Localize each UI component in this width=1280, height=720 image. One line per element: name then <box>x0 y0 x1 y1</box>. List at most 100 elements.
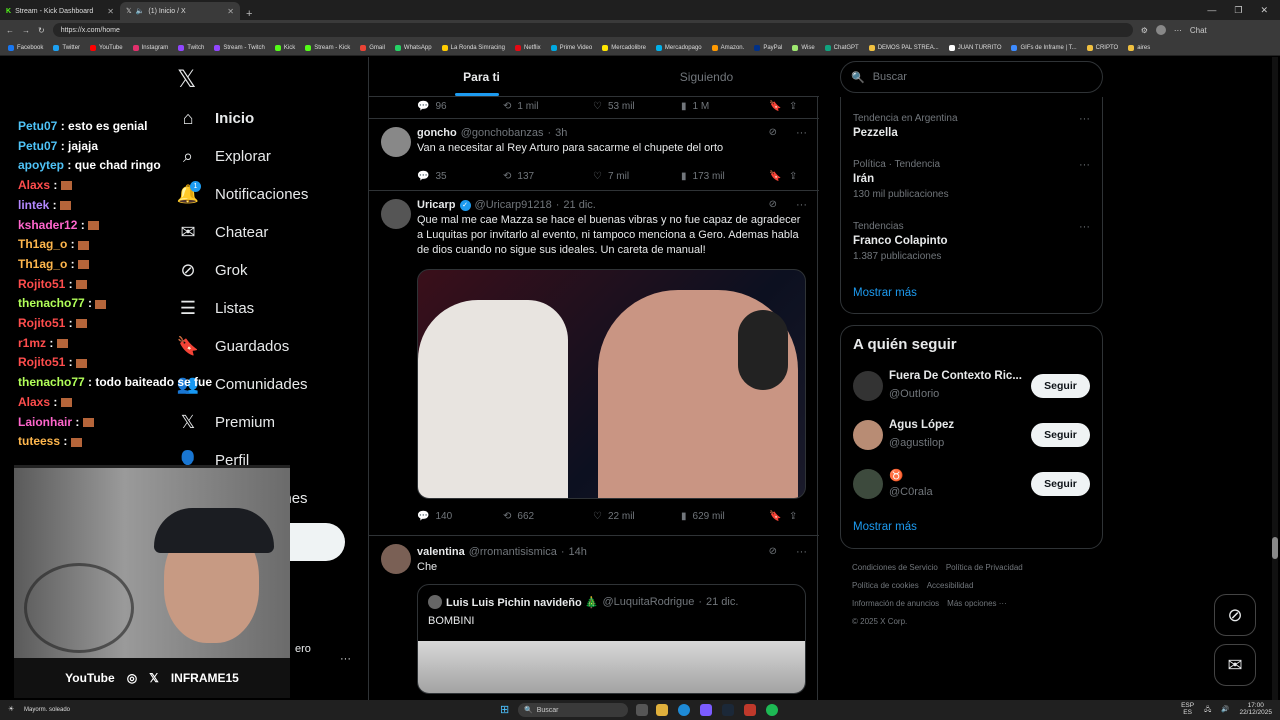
bookmark-item[interactable]: La Ronda Simracing <box>441 44 505 51</box>
messages-fab-button[interactable]: ✉ <box>1214 644 1256 686</box>
windows-start-icon[interactable]: ⊞ <box>500 703 509 716</box>
new-tab-button[interactable]: + <box>240 8 258 20</box>
author-name[interactable]: valentina <box>417 546 465 558</box>
grok-icon[interactable]: ⊘ <box>769 199 777 210</box>
show-more-suggestions-link[interactable]: Mostrar más <box>853 521 917 533</box>
footer-link[interactable]: Accesibilidad <box>927 581 974 590</box>
more-icon[interactable]: ··· <box>1079 113 1090 125</box>
more-icon[interactable]: ··· <box>796 199 807 211</box>
bookmark-icon[interactable]: 🔖 <box>769 511 789 522</box>
tweet-time[interactable]: 3h <box>555 127 567 139</box>
post-button[interactable] <box>285 523 345 561</box>
trend-item[interactable]: Política · Tendencia Irán 130 mil publicac… <box>853 159 1090 200</box>
tab-kick-dashboard[interactable]: K Stream - Kick Dashboard ✕ <box>0 2 120 20</box>
reply-button[interactable]: 💬 35 <box>417 171 503 182</box>
copilot-chat-button[interactable]: Chat <box>1190 26 1207 35</box>
bookmark-item[interactable]: Mercadolibre <box>602 44 646 51</box>
maximize-icon[interactable]: ❐ <box>1234 5 1242 16</box>
bookmark-icon[interactable]: 🔖 <box>769 171 789 182</box>
clock[interactable]: 17:00 22/12/2025 <box>1239 702 1272 716</box>
tweet-time[interactable]: 21 dic. <box>563 199 595 211</box>
author-handle[interactable]: @Uricarp91218 <box>475 199 552 211</box>
bookmark-item[interactable]: Kick <box>274 44 295 51</box>
views-button[interactable]: ▮ 1 M <box>681 101 769 112</box>
bookmark-item[interactable]: Stream - Kick <box>305 44 350 51</box>
more-icon[interactable]: ··· <box>1079 159 1090 171</box>
footer-link[interactable]: Condiciones de Servicio <box>852 563 938 572</box>
nav-item-explorar[interactable]: ⌕ Explorar <box>177 145 271 167</box>
follow-button[interactable]: Seguir <box>1031 374 1090 398</box>
quoted-tweet[interactable]: Luis Luis Pichin navideño 🎄 @LuquitaRodri… <box>417 584 806 694</box>
grok-fab-button[interactable]: ⊘ <box>1214 594 1256 636</box>
extensions-icon[interactable]: ⚙ <box>1141 26 1148 35</box>
profile-avatar[interactable] <box>1155 25 1166 35</box>
author-handle[interactable]: @gonchobanzas <box>461 127 544 139</box>
search-input[interactable]: 🔍 Buscar <box>840 61 1103 93</box>
nav-item-listas[interactable]: ☰ Listas <box>177 297 254 319</box>
taskbar-search[interactable]: 🔍 Buscar <box>518 703 628 717</box>
quote-media-image[interactable] <box>418 641 805 693</box>
spotify-icon[interactable] <box>766 704 778 716</box>
trend-item[interactable]: Tendencias Franco Colapinto 1.387 publicac… <box>853 221 1090 262</box>
obs-icon[interactable] <box>744 704 756 716</box>
nav-item-chatear[interactable]: ✉ Chatear <box>177 221 268 243</box>
bookmark-item[interactable]: Facebook <box>8 44 43 51</box>
scrollbar-thumb[interactable] <box>1272 537 1278 559</box>
file-explorer-icon[interactable] <box>656 704 668 716</box>
more-icon[interactable]: ··· <box>796 127 807 139</box>
tab-siguiendo[interactable]: Siguiendo <box>594 57 819 96</box>
menu-icon[interactable]: ⋯ <box>1174 26 1182 35</box>
close-icon[interactable]: ✕ <box>107 7 114 16</box>
repost-button[interactable]: ⟲ 662 <box>503 511 593 522</box>
minimize-icon[interactable]: — <box>1207 5 1216 15</box>
bookmark-icon[interactable]: 🔖 <box>769 101 789 112</box>
footer-link[interactable]: Más opciones ··· <box>947 599 1007 608</box>
suggestion-item[interactable]: ♉ @C0rala Seguir <box>853 464 1090 504</box>
weather-icon[interactable]: ☀ <box>8 705 14 713</box>
steam-icon[interactable] <box>722 704 734 716</box>
bookmark-item[interactable]: Gmail <box>360 44 385 51</box>
reload-icon[interactable]: ↻ <box>38 26 45 35</box>
suggestion-item[interactable]: Agus López @agustilop Seguir <box>853 415 1090 455</box>
tweet-media-image[interactable] <box>417 269 806 499</box>
tweet-goncho[interactable]: goncho @gonchobanzas · 3h ⊘ ··· Van a necesi… <box>369 119 819 191</box>
bookmark-item[interactable]: PayPal <box>754 44 782 51</box>
avatar[interactable] <box>853 420 883 450</box>
close-icon[interactable]: ✕ <box>227 7 234 16</box>
bookmark-item[interactable]: Twitch <box>178 44 204 51</box>
reply-button[interactable]: 💬 96 <box>417 101 503 112</box>
bookmark-item[interactable]: Instagram <box>132 44 168 51</box>
show-more-trends-link[interactable]: Mostrar más <box>853 287 1090 299</box>
bookmark-item[interactable]: CRIPTO <box>1086 44 1118 51</box>
avatar[interactable] <box>381 127 411 157</box>
x-logo[interactable]: 𝕏 <box>177 65 196 94</box>
bookmark-item[interactable]: JUAN TURRITO <box>948 44 1001 51</box>
author-name[interactable]: goncho <box>417 127 457 139</box>
bookmark-item[interactable]: ChatGPT <box>824 44 859 51</box>
like-button[interactable]: ♡ 7 mil <box>593 171 681 182</box>
footer-link[interactable]: Información de anuncios <box>852 599 939 608</box>
reply-button[interactable]: 💬 140 <box>417 511 503 522</box>
share-icon[interactable]: ⇪ <box>789 511 797 522</box>
bookmark-item[interactable]: DEMOS PAL STREA... <box>868 44 939 51</box>
bookmark-item[interactable]: GIFs de Inframe | T... <box>1011 44 1077 51</box>
tweet-valentina[interactable]: valentina @rromantisismica · 14h ⊘ ··· Che L… <box>369 536 819 700</box>
bookmark-item[interactable]: Wise <box>792 44 815 51</box>
url-field[interactable]: https://x.com/home <box>52 23 1133 37</box>
repost-button[interactable]: ⟲ 137 <box>503 171 593 182</box>
author-handle[interactable]: @rromantisismica <box>469 546 557 558</box>
account-switcher[interactable]: ero <box>295 643 311 655</box>
network-icon[interactable]: 🖧 <box>1204 706 1211 713</box>
language-indicator[interactable]: ESP ES <box>1181 702 1194 716</box>
tab-para-ti[interactable]: Para ti <box>369 57 594 96</box>
bookmark-item[interactable]: YouTube <box>90 44 123 51</box>
nav-item-guardados[interactable]: 🔖 Guardados <box>177 335 289 357</box>
tweet-uricarp[interactable]: Uricarp ✓ @Uricarp91218 · 21 dic. ⊘ ··· Que m… <box>369 191 819 536</box>
grok-icon[interactable]: ⊘ <box>769 546 777 557</box>
nav-item-inicio[interactable]: ⌂ Inicio <box>177 107 255 129</box>
avatar[interactable] <box>381 544 411 574</box>
follow-button[interactable]: Seguir <box>1031 423 1090 447</box>
suggestion-item[interactable]: Fuera De Contexto Ric... @OutIorio Seguir <box>853 366 1090 406</box>
page-scrollbar[interactable] <box>1272 57 1278 700</box>
share-icon[interactable]: ⇪ <box>789 171 797 182</box>
